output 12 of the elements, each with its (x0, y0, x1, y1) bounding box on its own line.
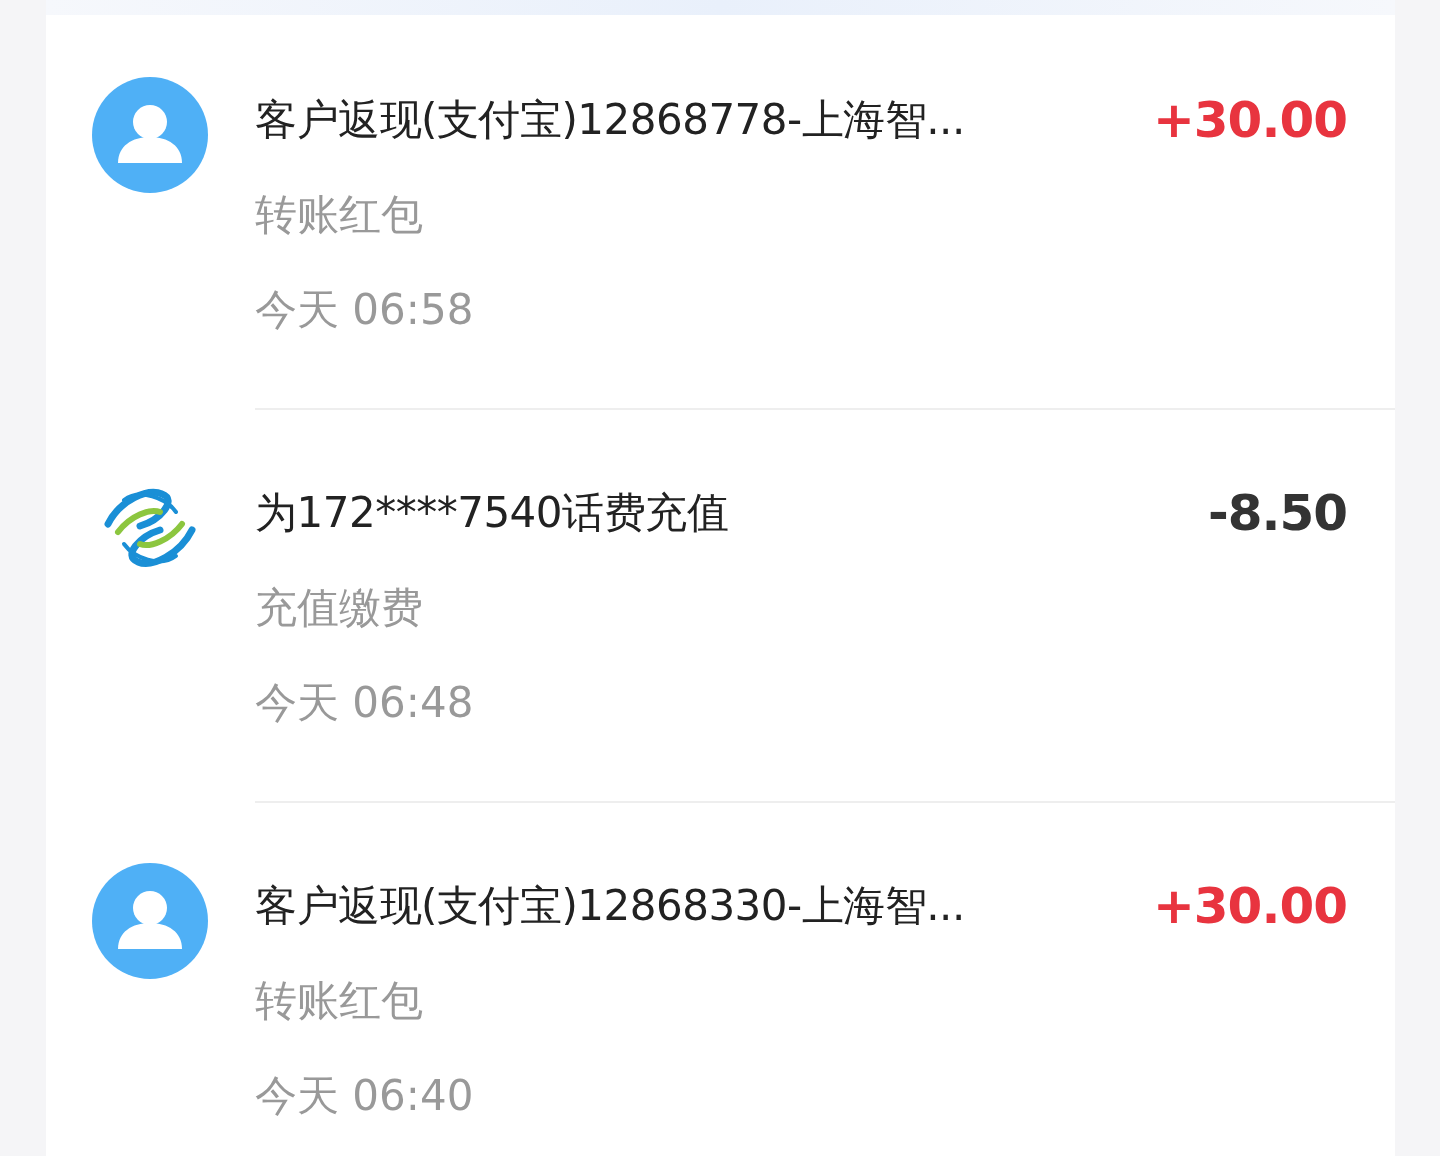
transaction-time: 今天 06:58 (255, 284, 474, 336)
transaction-amount: +30.00 (1152, 876, 1347, 936)
transaction-time: 今天 06:40 (255, 1070, 474, 1122)
transaction-title: 客户返现(支付宝)12868330-上海智... (255, 880, 965, 932)
transaction-amount: -8.50 (1207, 483, 1347, 543)
transaction-amount: +30.00 (1152, 90, 1347, 150)
transaction-category: 充值缴费 (255, 582, 423, 634)
transaction-category: 转账红包 (255, 189, 423, 241)
transaction-time: 今天 06:48 (255, 677, 474, 729)
transaction-title: 为172****7540话费充值 (255, 487, 729, 539)
transaction-category: 转账红包 (255, 975, 423, 1027)
transaction-title: 客户返现(支付宝)12868778-上海智... (255, 94, 965, 146)
